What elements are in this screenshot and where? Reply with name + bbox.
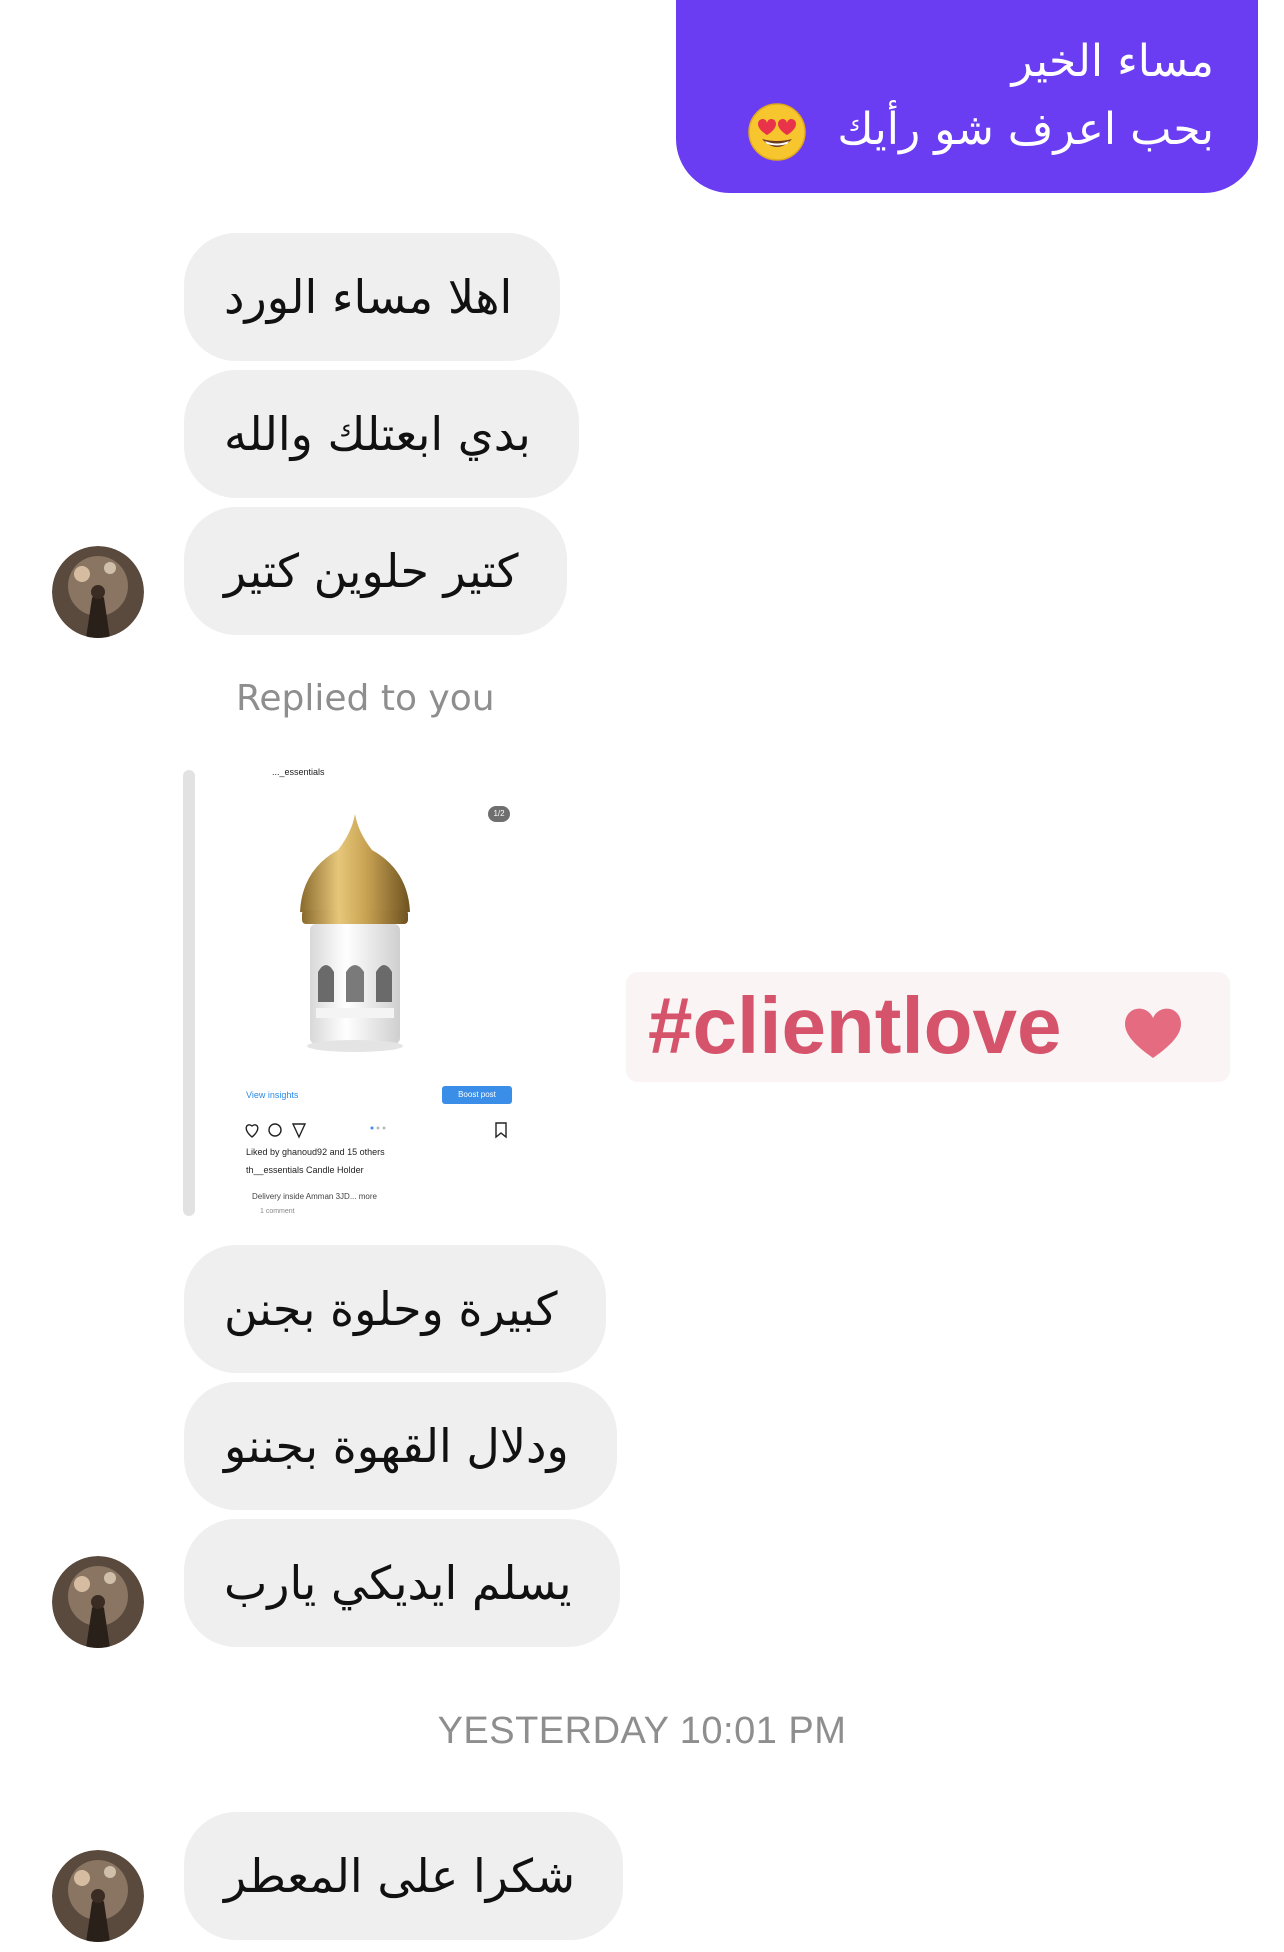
sent-message-line-2-text: بحب اعرف شو رأيك xyxy=(837,104,1214,155)
story-username: ..._essentials xyxy=(272,767,325,777)
received-message-bubble[interactable]: بدي ابعتلك والله xyxy=(184,370,579,498)
clientlove-sticker: #clientlove xyxy=(626,972,1230,1082)
avatar[interactable] xyxy=(52,546,144,638)
message-timestamp: YESTERDAY 10:01 PM xyxy=(437,1710,847,1752)
received-message-bubble[interactable]: ودلال القهوة بجننو xyxy=(184,1382,617,1510)
avatar[interactable] xyxy=(52,1556,144,1648)
share-icon xyxy=(291,1123,307,1139)
heart-eyes-emoji-icon xyxy=(748,103,807,161)
sent-message-bubble[interactable]: مساء الخير بحب اعرف شو رأيك xyxy=(676,0,1258,193)
heart-outline-icon xyxy=(245,1124,259,1138)
story-caption: th__essentials Candle Holder xyxy=(246,1165,364,1175)
bookmark-icon xyxy=(495,1122,507,1139)
replied-to-you-label: Replied to you xyxy=(236,678,495,719)
replied-story-thumbnail[interactable]: ..._essentials 1/2 View insights Boost p… xyxy=(220,760,536,1220)
story-comments: 1 comment xyxy=(260,1208,295,1215)
candle-holder-image xyxy=(300,814,410,1052)
reply-indicator-bar xyxy=(183,770,195,1216)
received-message-bubble[interactable]: شكرا على المعطر xyxy=(184,1812,624,1940)
comment-icon xyxy=(268,1123,282,1137)
received-message-bubble[interactable]: كتير حلوين كتير xyxy=(184,507,567,635)
received-message-bubble[interactable]: كبيرة وحلوة بجنن xyxy=(184,1245,606,1373)
story-action-icons xyxy=(245,1122,507,1139)
avatar[interactable] xyxy=(52,1850,144,1942)
boost-post-button[interactable]: Boost post xyxy=(442,1086,512,1104)
sent-message-line-1: مساء الخير xyxy=(1011,36,1215,87)
story-liked-by: Liked by ghanoud92 and 15 others xyxy=(246,1147,385,1157)
received-message-bubble[interactable]: يسلم ايديكي يارب xyxy=(184,1519,620,1647)
view-insights-link[interactable]: View insights xyxy=(246,1090,298,1100)
story-description: Delivery inside Amman 3JD... more xyxy=(252,1192,377,1201)
heart-icon xyxy=(1125,1008,1181,1058)
story-counter: 1/2 xyxy=(488,806,510,822)
sent-message-line-2: بحب اعرف شو رأيك xyxy=(676,96,1214,164)
received-message-bubble[interactable]: اهلا مساء الورد xyxy=(184,233,561,361)
clientlove-hashtag: #clientlove xyxy=(648,981,1062,1070)
